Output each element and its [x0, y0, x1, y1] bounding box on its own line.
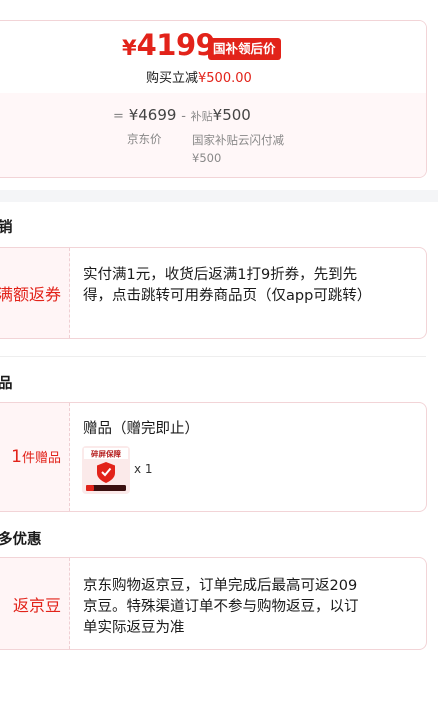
jd-price-caption: 京东价	[127, 132, 162, 146]
price-amount: 4199	[136, 28, 216, 62]
currency-symbol: ¥	[122, 36, 137, 60]
subsidy-value: ¥500	[212, 106, 251, 124]
subsidy-price-tag: 国补领后价	[208, 38, 281, 60]
jd-price: ¥4699	[128, 106, 177, 124]
section-title-gift: 品	[0, 376, 13, 392]
reduce-label: 购买立减	[146, 71, 199, 86]
subsidy-prefix: 补贴	[190, 110, 213, 123]
gift-unit: 件赠品	[21, 451, 61, 466]
jd-beans-desc: 京东购物返京豆，订单完成后最高可返209京豆。特殊渠道订单不参与购物返豆，以订单…	[83, 578, 359, 636]
reduce-line: 购买立减¥500.00	[146, 67, 252, 86]
gift-count: 1	[11, 447, 22, 467]
divider-line	[0, 356, 426, 357]
equals-sign: =	[113, 109, 124, 124]
card-label-area: 满额返券	[0, 248, 70, 338]
card-label-area: 返京豆	[0, 558, 70, 649]
jd-beans-label: 返京豆	[12, 595, 61, 615]
card-label-area: 1件赠品	[0, 403, 70, 511]
subsidy-caption: 国家补贴云闪付减¥500	[192, 133, 284, 165]
price-formula: = ¥4699 - 补贴¥500	[113, 106, 251, 124]
section-divider	[0, 190, 438, 202]
jd-beans-card[interactable]: 返京豆 京东购物返京豆，订单完成后最高可返209京豆。特殊渠道订单不参与购物返豆…	[0, 557, 427, 650]
gift-quantity: x 1	[134, 462, 153, 476]
coupon-return-label: 满额返券	[0, 285, 61, 304]
final-price: ¥4199	[122, 28, 216, 62]
gift-card[interactable]: 1件赠品 赠品（赠完即止）	[0, 402, 427, 512]
gift-thumbnail[interactable]: 碎屏保障	[82, 446, 130, 494]
gift-count-label: 1件赠品	[11, 447, 61, 467]
gift-desc: 赠品（赠完即止）	[83, 421, 199, 437]
minus-sign: -	[181, 109, 186, 124]
coupon-return-card[interactable]: 满额返券 实付满1元，收货后返满1打9折券，先到先得，点击跳转可用券商品页（仅a…	[0, 247, 427, 339]
gift-image-text: 碎屏保障	[91, 449, 121, 459]
coupon-return-desc: 实付满1元，收货后返满1打9折券，先到先得，点击跳转可用券商品页（仅app可跳转…	[83, 267, 372, 304]
section-title-more: 多优惠	[0, 532, 42, 548]
reduce-value: ¥500.00	[198, 71, 252, 86]
section-title-promo: 销	[0, 220, 13, 236]
screen-protection-image: 碎屏保障	[82, 446, 130, 494]
